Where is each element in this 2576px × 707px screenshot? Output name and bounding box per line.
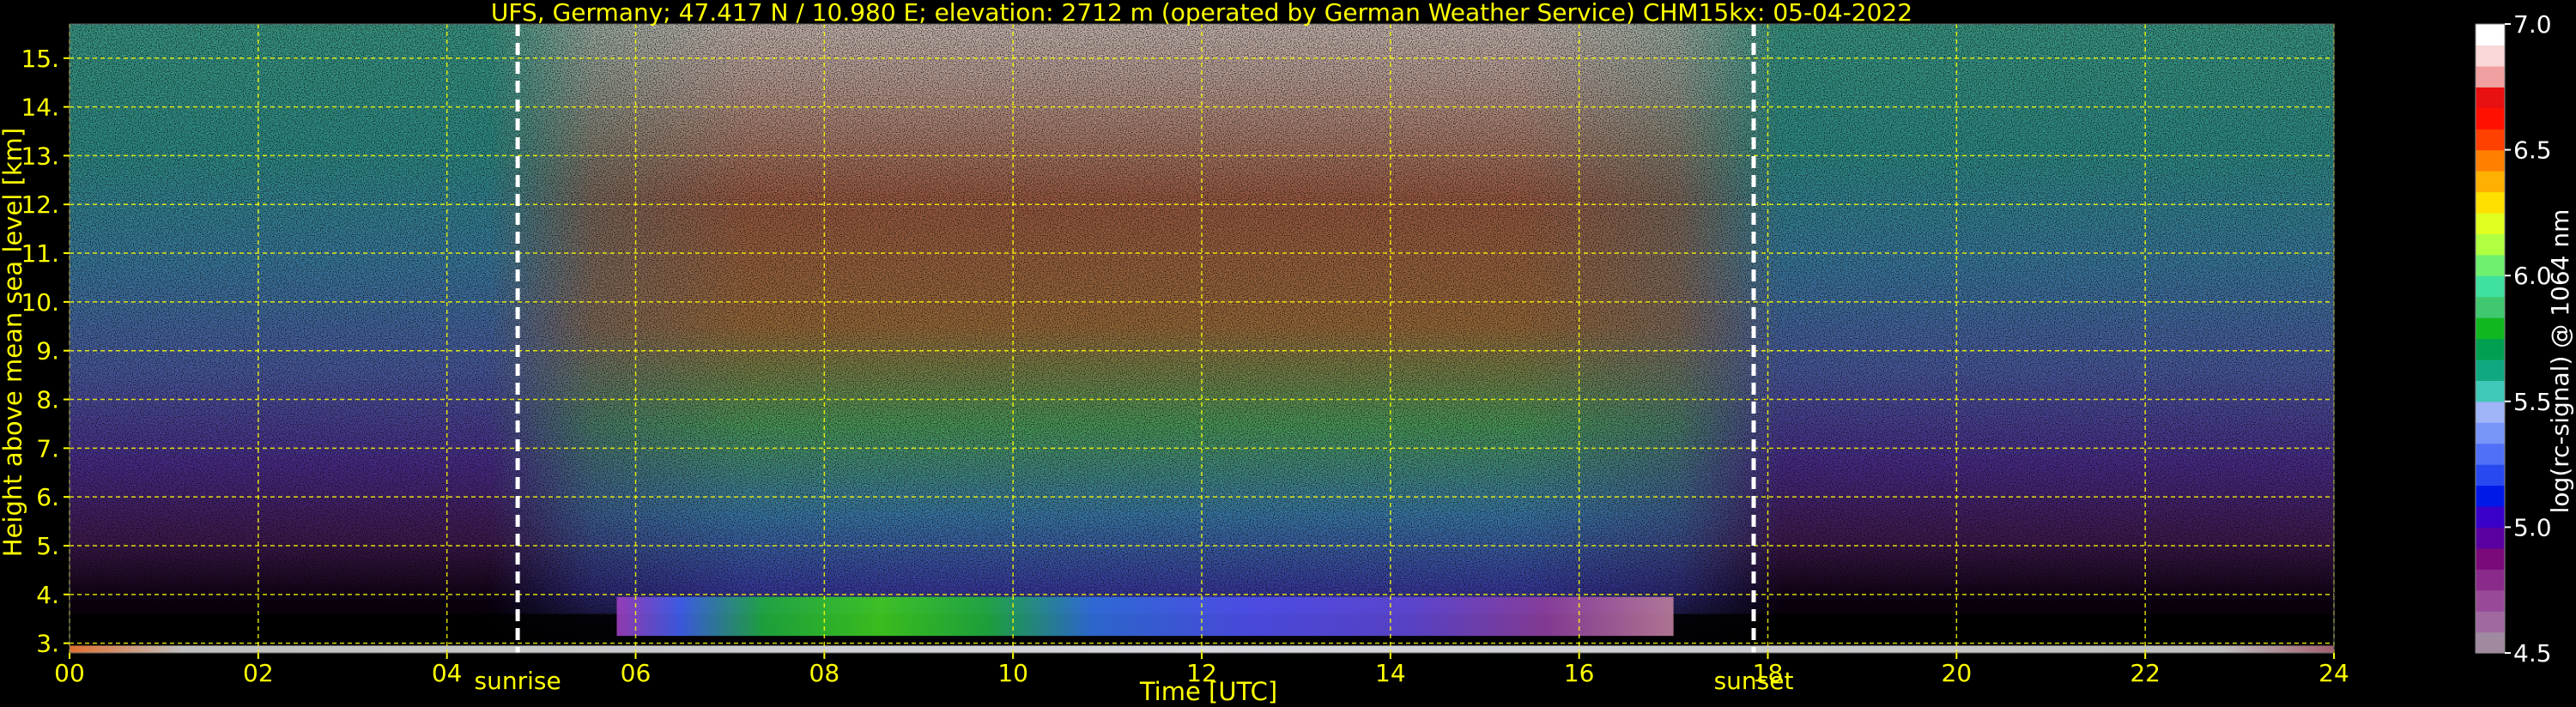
colorbar-segment — [2476, 191, 2505, 214]
colorbar-segment — [2476, 87, 2505, 109]
colorbar-segment — [2476, 547, 2505, 570]
colorbar-segment — [2476, 24, 2505, 46]
x-tick-label: 24 — [2318, 659, 2349, 687]
y-tick-label: 5. — [36, 532, 59, 560]
x-tick-label: 04 — [432, 659, 463, 687]
colorbar-segment — [2476, 296, 2505, 318]
colorbar-segment — [2476, 631, 2505, 654]
colorbar-segment — [2476, 233, 2505, 256]
cloud-layer — [616, 596, 1674, 637]
colorbar-ticks: 4.55.05.56.06.57.0 — [2505, 10, 2552, 668]
colorbar-segment — [2476, 45, 2505, 67]
x-tick-label: 14 — [1375, 659, 1406, 687]
colorbar-segment — [2476, 317, 2505, 340]
colorbar-segment — [2476, 359, 2505, 381]
y-tick-label: 14. — [21, 94, 59, 122]
colorbar-segment — [2476, 254, 2505, 276]
y-axis-ticks: 3.4.5.6.7.8.9.10.11.12.13.14.15. — [21, 45, 70, 658]
colorbar-segment — [2476, 149, 2505, 172]
colorbar-segment — [2476, 527, 2505, 549]
sunset-label: sunset — [1714, 667, 1794, 695]
colorbar-tick-label: 4.5 — [2513, 639, 2552, 668]
colorbar — [2475, 23, 2506, 654]
colorbar-segment — [2476, 401, 2505, 423]
y-tick-label: 7. — [36, 434, 59, 462]
colorbar-segment — [2476, 275, 2505, 298]
x-tick-label: 16 — [1564, 659, 1595, 687]
colorbar-tick-label: 7.0 — [2513, 10, 2552, 39]
colorbar-segment — [2476, 212, 2505, 234]
sunrise-label: sunrise — [475, 667, 561, 695]
colorbar-tick-label: 6.5 — [2513, 136, 2552, 165]
colorbar-segment — [2476, 380, 2505, 402]
colorbar-segment — [2476, 171, 2505, 193]
colorbar-tick-label: 5.0 — [2513, 513, 2552, 541]
y-tick-label: 4. — [36, 581, 59, 609]
y-axis-label: Height above mean sea level [km] — [0, 128, 27, 557]
colorbar-segment — [2476, 338, 2505, 360]
y-tick-label: 9. — [36, 337, 59, 366]
colorbar-label: log(rc-signal) @ 1064 nm — [2546, 209, 2574, 514]
colorbar-segment — [2476, 505, 2505, 528]
colorbar-segment — [2476, 611, 2505, 633]
chart-title: UFS, Germany; 47.417 N / 10.980 E; eleva… — [491, 0, 1912, 27]
colorbar-segment — [2476, 569, 2505, 591]
x-tick-label: 08 — [809, 659, 840, 687]
x-tick-label: 22 — [2130, 659, 2161, 687]
colorbar-segment — [2476, 443, 2505, 465]
y-tick-label: 8. — [36, 386, 59, 414]
ceilometer-chart: UFS, Germany; 47.417 N / 10.980 E; eleva… — [0, 0, 2574, 706]
x-tick-label: 00 — [54, 659, 85, 687]
colorbar-segment — [2476, 589, 2505, 612]
x-axis-label: Time [UTC] — [1139, 677, 1277, 706]
colorbar-segment — [2476, 464, 2505, 486]
colorbar-segment — [2476, 129, 2505, 151]
plot-area — [69, 23, 2335, 654]
colorbar-segment — [2476, 485, 2505, 507]
x-tick-label: 02 — [243, 659, 274, 687]
colorbar-segment — [2476, 422, 2505, 444]
colorbar-segment — [2476, 65, 2505, 88]
x-tick-label: 10 — [997, 659, 1028, 687]
y-tick-label: 3. — [36, 630, 59, 658]
x-tick-label: 20 — [1942, 659, 1973, 687]
x-tick-label: 06 — [621, 659, 652, 687]
y-tick-label: 6. — [36, 483, 59, 511]
colorbar-segment — [2476, 107, 2505, 130]
y-tick-label: 15. — [21, 45, 59, 73]
